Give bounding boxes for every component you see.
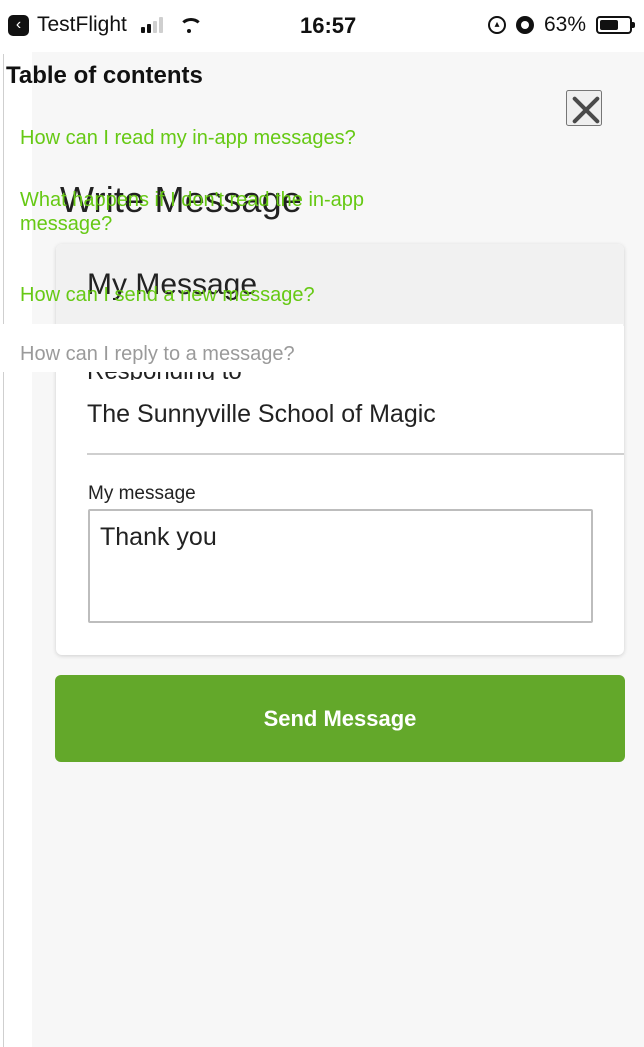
status-right: ▴ 63%: [487, 13, 635, 37]
recipient-name: The Sunnyville School of Magic: [87, 400, 436, 428]
rotation-lock-icon: ▴: [487, 16, 506, 34]
alarm-icon: [515, 16, 534, 34]
battery-level: [600, 20, 618, 30]
message-label: My message: [88, 483, 196, 504]
signal-icon: [140, 17, 163, 33]
battery-icon: [596, 16, 635, 34]
wifi-icon: [177, 16, 203, 34]
status-bar: ‹ TestFlight 16:57 ▴ 63%: [0, 0, 644, 52]
battery-percent: 63%: [543, 13, 586, 36]
status-time: 16:57: [300, 13, 357, 38]
toc-link-send-new-message[interactable]: How can I send a new message?: [20, 283, 315, 307]
close-icon[interactable]: [566, 90, 602, 126]
toc-link-not-read-message[interactable]: What happens if I don't read the in-app …: [20, 188, 450, 237]
status-left: ‹ TestFlight: [8, 10, 203, 40]
toc-link-reply-message[interactable]: How can I reply to a message?: [20, 342, 295, 366]
left-border: [3, 54, 4, 1047]
toc-link-read-messages[interactable]: How can I read my in-app messages?: [20, 126, 356, 150]
message-textarea[interactable]: [88, 509, 593, 623]
card-divider: [87, 453, 624, 455]
back-icon[interactable]: ‹: [8, 14, 29, 36]
send-message-button[interactable]: Send Message: [55, 675, 625, 762]
status-app-name: TestFlight: [37, 13, 127, 36]
